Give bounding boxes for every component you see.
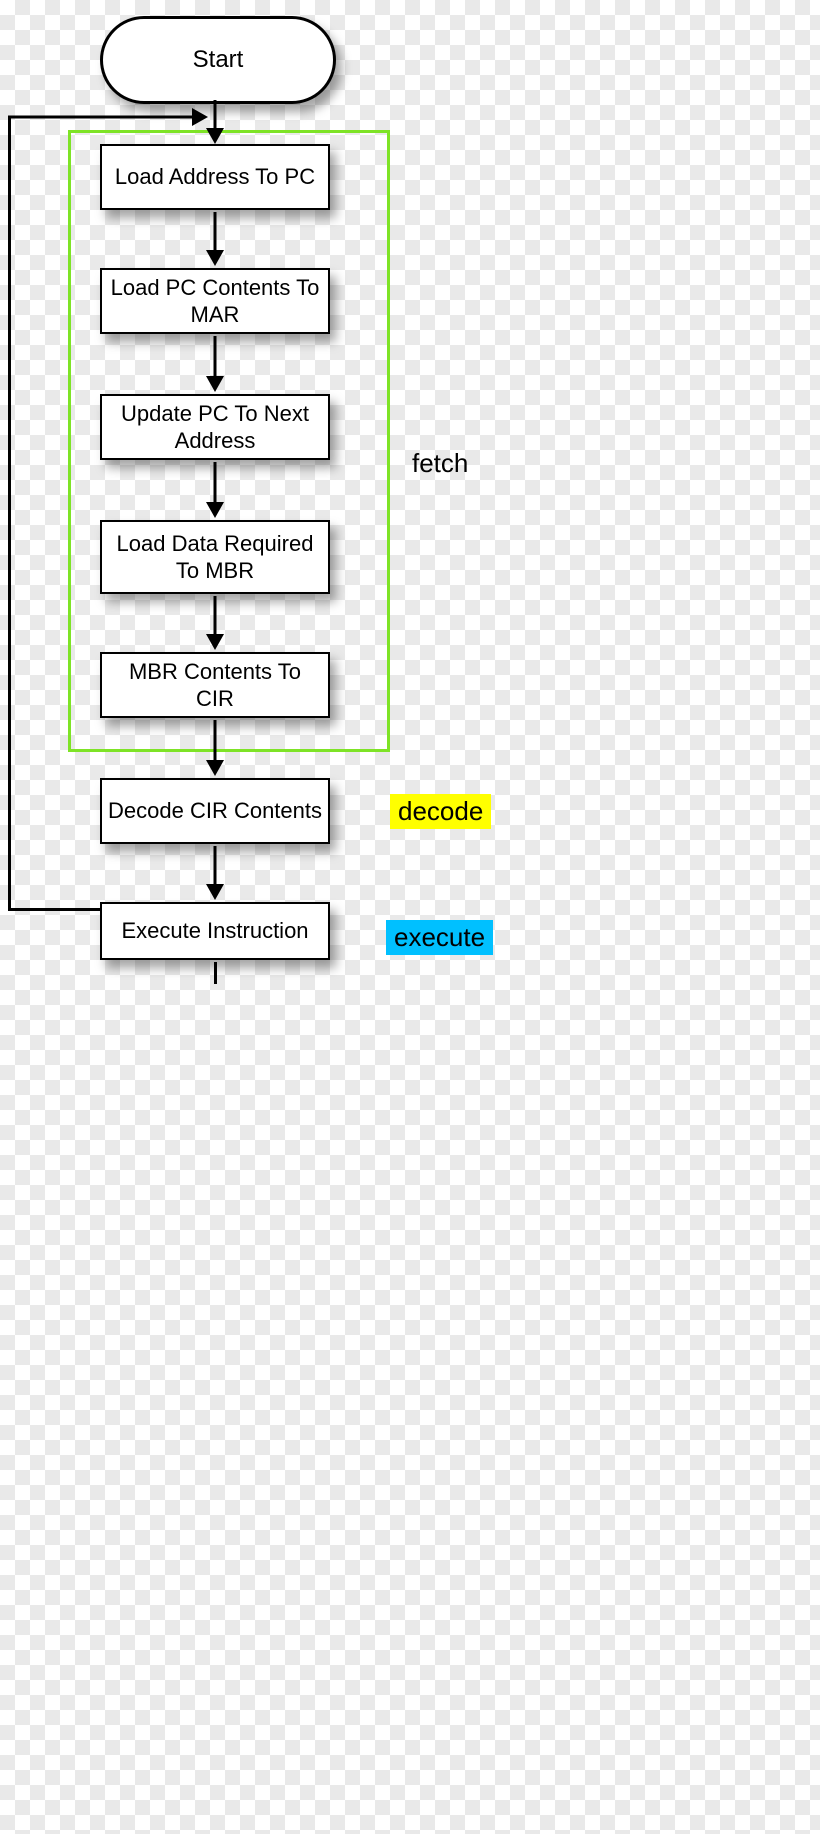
start-label: Start xyxy=(193,46,244,74)
arrow-6-7 xyxy=(206,846,224,900)
update-pc-label: Update PC To Next Address xyxy=(108,400,322,455)
arrow-4-5 xyxy=(206,596,224,650)
decode-cir-node: Decode CIR Contents xyxy=(100,778,330,844)
arrow-execute-tail xyxy=(214,962,217,984)
execute-label: Execute Instruction xyxy=(121,917,308,945)
execute-node: Execute Instruction xyxy=(100,902,330,960)
start-node: Start xyxy=(100,16,336,104)
execute-phase-label: execute xyxy=(386,920,493,955)
arrow-1-2 xyxy=(206,212,224,266)
loop-seg-a xyxy=(8,908,100,911)
load-data-mbr-node: Load Data Required To MBR xyxy=(100,520,330,594)
mbr-to-cir-label: MBR Contents To CIR xyxy=(108,658,322,713)
arrow-5-6 xyxy=(206,720,224,776)
decode-phase-label: decode xyxy=(390,794,491,829)
mbr-to-cir-node: MBR Contents To CIR xyxy=(100,652,330,718)
load-pc-to-mar-node: Load PC Contents To MAR xyxy=(100,268,330,334)
arrow-2-3 xyxy=(206,336,224,392)
update-pc-node: Update PC To Next Address xyxy=(100,394,330,460)
load-address-to-pc-node: Load Address To PC xyxy=(100,144,330,210)
load-data-mbr-label: Load Data Required To MBR xyxy=(108,530,322,585)
decode-cir-label: Decode CIR Contents xyxy=(108,797,322,825)
flowchart-canvas: Start Load Address To PC Load PC Content… xyxy=(0,0,820,1834)
load-address-to-pc-label: Load Address To PC xyxy=(115,163,315,191)
load-pc-to-mar-label: Load PC Contents To MAR xyxy=(108,274,322,329)
arrow-3-4 xyxy=(206,462,224,518)
fetch-phase-label: fetch xyxy=(404,446,476,481)
arrow-start-to-load-addr xyxy=(206,100,224,144)
loop-seg-b xyxy=(8,116,11,911)
loop-seg-c xyxy=(8,108,208,126)
